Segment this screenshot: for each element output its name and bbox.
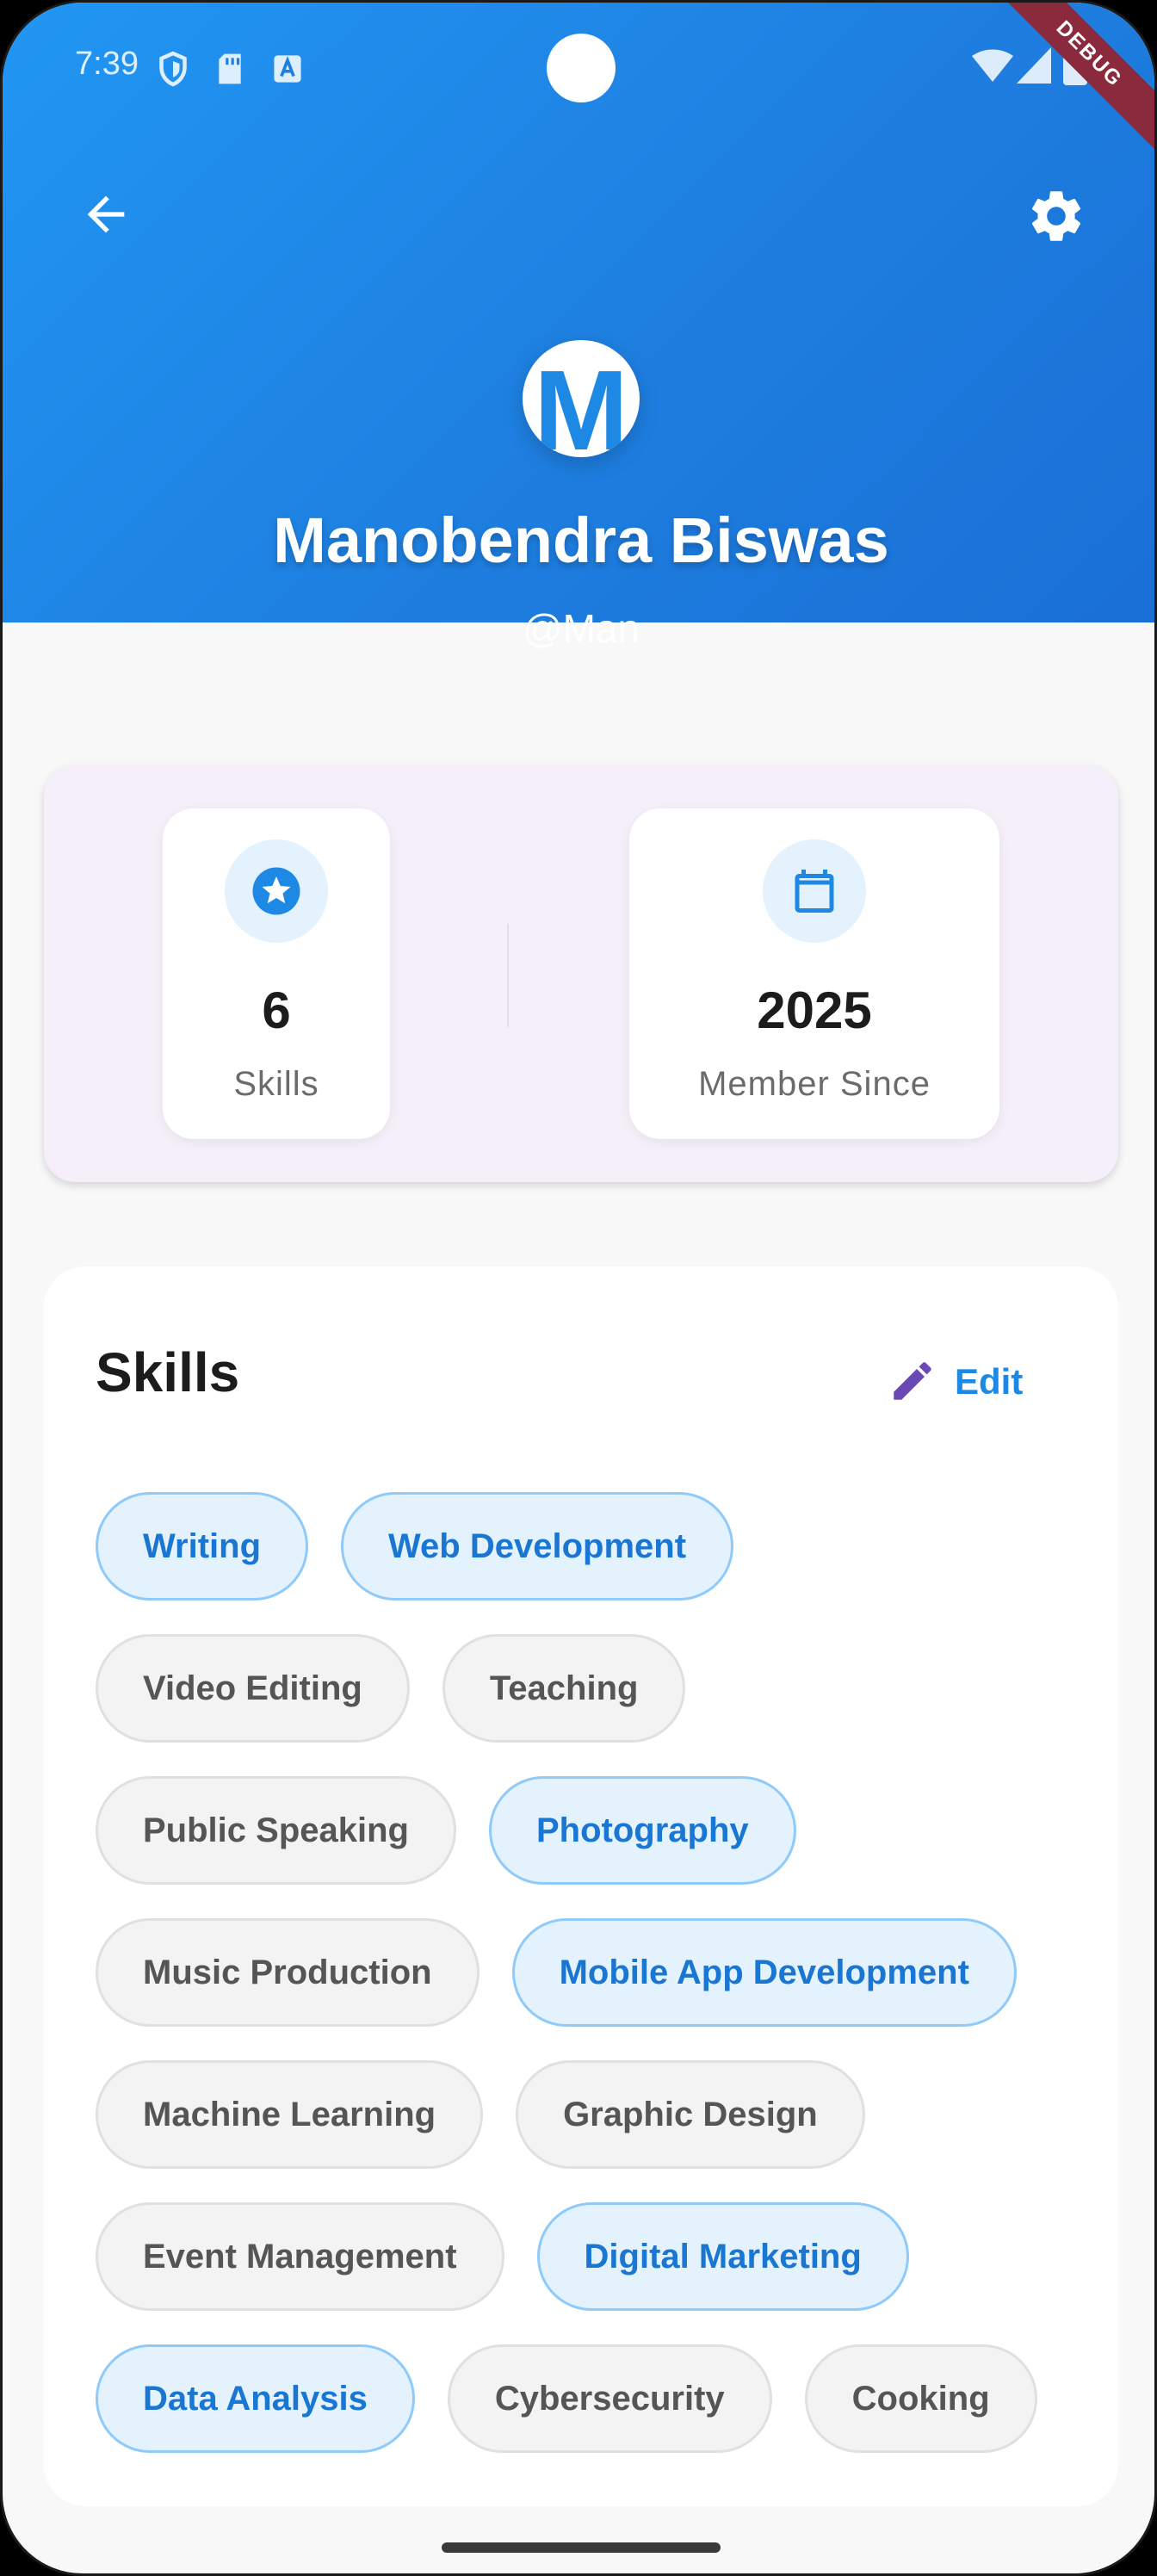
skill-chip[interactable]: Music Production: [96, 1918, 480, 2027]
skill-chip[interactable]: Cooking: [804, 2344, 1037, 2453]
stat-label: Skills: [233, 1065, 319, 1103]
calendar-icon: [795, 870, 834, 913]
skill-chip[interactable]: Public Speaking: [96, 1776, 456, 1885]
stat-icon-container: [763, 839, 866, 943]
signal-icon: [1017, 47, 1051, 84]
stat-member-since: 2025 Member Since: [629, 808, 999, 1139]
shield-icon: [159, 51, 187, 87]
a-badge-icon: [274, 55, 301, 83]
skills-chip-list: Writing Web Development Video Editing Teach…: [96, 1492, 1077, 2453]
stat-skills: 6 Skills: [163, 808, 390, 1139]
skill-chip[interactable]: Data Analysis: [96, 2344, 415, 2453]
profile-name: Manobendra Biswas: [273, 505, 889, 576]
profile-handle: @Man: [522, 606, 640, 651]
wifi-icon: [972, 49, 1013, 82]
skill-chip[interactable]: Mobile App Development: [511, 1918, 1017, 2027]
edit-label: Edit: [955, 1361, 1024, 1402]
arrow-left-icon: [87, 195, 125, 233]
back-button[interactable]: [78, 187, 133, 242]
stats-card: 6 Skills 2025 Member Since: [44, 765, 1118, 1182]
skill-chip[interactable]: Graphic Design: [516, 2060, 865, 2169]
sd-card-icon: [219, 53, 241, 84]
avatar[interactable]: M: [523, 340, 640, 457]
skill-chip[interactable]: Video Editing: [96, 1634, 410, 1743]
skill-chip[interactable]: Cybersecurity: [447, 2344, 772, 2453]
phone-screen: 7:39 DEBUG M Manobendra Biswas @Man 6 Sk…: [0, 0, 1157, 2576]
skill-chip[interactable]: Writing: [96, 1492, 309, 1601]
skill-chip[interactable]: Photography: [488, 1776, 796, 1885]
skill-chip[interactable]: Machine Learning: [96, 2060, 484, 2169]
skill-chip[interactable]: Event Management: [96, 2202, 504, 2311]
pencil-icon: [894, 1362, 931, 1400]
stat-value: 2025: [757, 981, 872, 1039]
profile-header: 7:39 DEBUG M Manobendra Biswas: [3, 3, 1154, 622]
stat-divider: [507, 924, 509, 1027]
stat-value: 6: [262, 981, 291, 1039]
status-time: 7:39: [75, 46, 139, 82]
stat-icon-container: [225, 839, 328, 943]
front-camera: [547, 34, 616, 102]
star-badge-icon: [252, 867, 300, 915]
stat-label: Member Since: [698, 1065, 931, 1103]
edit-skills-button[interactable]: Edit: [888, 1353, 1077, 1415]
settings-button[interactable]: [1025, 185, 1087, 247]
status-bar: 7:39 DEBUG: [3, 3, 1154, 167]
avatar-initial: M: [534, 347, 628, 458]
skill-chip[interactable]: Digital Marketing: [536, 2202, 909, 2311]
gear-icon: [1031, 191, 1081, 241]
skills-card: Skills Edit Writing Web Development Video …: [44, 1266, 1118, 2506]
skill-chip[interactable]: Web Development: [341, 1492, 734, 1601]
home-indicator[interactable]: [442, 2542, 721, 2553]
skill-chip[interactable]: Teaching: [442, 1634, 686, 1743]
skills-title: Skills: [96, 1341, 240, 1403]
